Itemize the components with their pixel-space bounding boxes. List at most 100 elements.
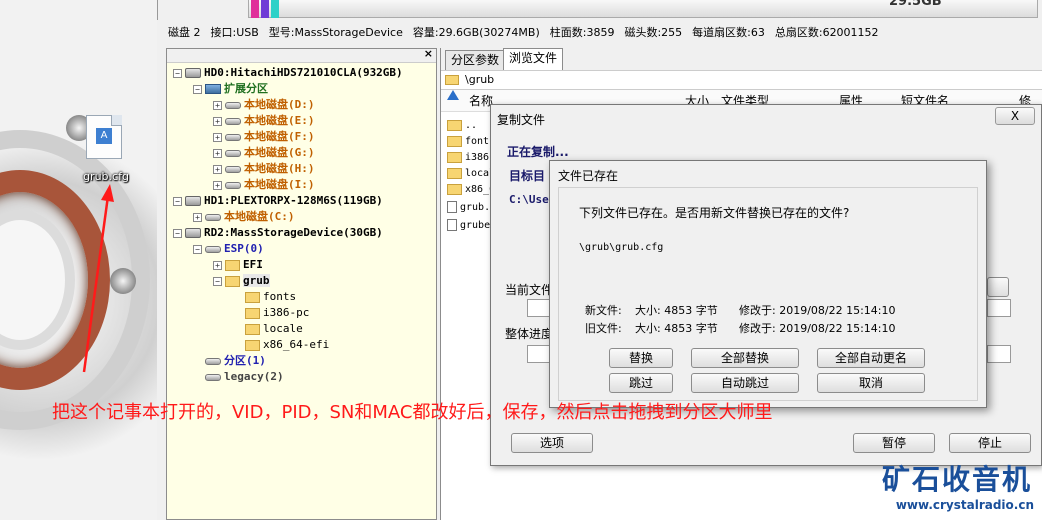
partition-size-label: 29.5GB xyxy=(889,0,942,9)
volume-icon xyxy=(205,213,221,221)
document-icon xyxy=(447,219,457,231)
tree-node-i[interactable]: + 本地磁盘(I:) xyxy=(213,177,315,193)
instruction-annotation: 把这个记事本打开的，VID，PID，SN和MAC都改好后，保存，然后点击拖拽到分… xyxy=(52,402,773,423)
old-file-info: 旧文件: 大小: 4853 字节 修改于: 2019/08/22 15:14:10 xyxy=(585,320,896,336)
folder-icon xyxy=(445,75,459,85)
tab-browse-files[interactable]: 浏览文件 xyxy=(503,48,564,70)
partition-segment xyxy=(261,0,269,18)
pause-button[interactable]: 暂停 xyxy=(853,433,935,453)
collapse-icon[interactable]: − xyxy=(193,244,202,254)
partition-segment xyxy=(271,0,279,18)
hard-disk-icon xyxy=(185,196,201,206)
disk-capacity: 容量:29.6GB(30274MB) xyxy=(412,26,540,39)
collapse-icon[interactable]: − xyxy=(173,196,182,206)
volume-icon xyxy=(225,165,241,173)
rename-all-button[interactable]: 全部自动更名 xyxy=(817,348,925,368)
file-exists-body: 下列文件已存在。是否用新文件替换已存在的文件? \grub\grub.cfg 新… xyxy=(558,187,978,401)
tree-node-i386[interactable]: i386-pc xyxy=(245,305,309,321)
disk-tree-panel: × − HD0:HitachiHDS721010CLA(932GB) − 扩展分区 … xyxy=(166,47,437,520)
list-item[interactable]: grube xyxy=(447,218,490,234)
options-button[interactable]: 选项 xyxy=(511,433,593,453)
disk-total-sectors: 总扇区数:62001152 xyxy=(774,26,879,39)
disk-heads: 磁头数:255 xyxy=(624,26,683,39)
tree-node-g[interactable]: + 本地磁盘(G:) xyxy=(213,145,315,161)
list-item[interactable]: x86_6 xyxy=(447,182,495,198)
site-watermark: 矿石收音机 xyxy=(881,463,1032,496)
tree-node-grub[interactable]: − grub xyxy=(213,273,270,289)
tree-node-f[interactable]: + 本地磁盘(F:) xyxy=(213,129,315,145)
up-folder-icon[interactable] xyxy=(447,90,459,100)
collapse-icon[interactable]: − xyxy=(173,68,182,78)
expand-icon[interactable]: + xyxy=(213,260,222,270)
expand-icon[interactable]: + xyxy=(213,164,222,174)
tree-node-fonts[interactable]: fonts xyxy=(245,289,296,305)
tree-close-button[interactable]: × xyxy=(424,47,433,60)
tree-node-h[interactable]: + 本地磁盘(H:) xyxy=(213,161,315,177)
cancel-button[interactable]: 取消 xyxy=(817,373,925,393)
tree-node-c[interactable]: + 本地磁盘(C:) xyxy=(193,209,295,225)
old-file-size: 大小: 4853 字节 xyxy=(635,322,718,335)
dialog-title: 文件已存在 xyxy=(558,169,619,183)
list-item[interactable]: grub. xyxy=(447,200,490,216)
tree-node-extended[interactable]: − 扩展分区 xyxy=(193,81,268,97)
disk-model: 型号:MassStorageDevice xyxy=(268,26,403,39)
expand-icon[interactable]: + xyxy=(213,132,222,142)
tree-node-e[interactable]: + 本地磁盘(E:) xyxy=(213,113,315,129)
list-item[interactable]: fonts xyxy=(447,134,495,150)
replace-all-button[interactable]: 全部替换 xyxy=(691,348,799,368)
tree-header: × xyxy=(167,47,436,63)
expand-icon[interactable]: + xyxy=(193,212,202,222)
list-item[interactable]: .. xyxy=(447,118,477,134)
copying-status: 正在复制... xyxy=(507,145,569,159)
red-arrow-annotation xyxy=(82,184,114,373)
tree-node-rd2[interactable]: − RD2:MassStorageDevice(30GB) xyxy=(173,225,383,241)
volume-icon xyxy=(205,245,221,253)
expand-icon[interactable]: + xyxy=(213,100,222,110)
list-item[interactable]: i386- xyxy=(447,150,495,166)
tree-node-legacy[interactable]: legacy(2) xyxy=(205,369,284,385)
folder-open-icon xyxy=(225,275,240,287)
volume-icon xyxy=(205,357,221,365)
path-bar: \grub xyxy=(441,70,1042,90)
tree-node-locale[interactable]: locale xyxy=(245,321,303,337)
close-button[interactable]: X xyxy=(995,107,1035,125)
expand-icon[interactable]: + xyxy=(213,116,222,126)
tree-node-part1[interactable]: 分区(1) xyxy=(205,353,266,369)
tree-node-hd0[interactable]: − HD0:HitachiHDS721010CLA(932GB) xyxy=(173,65,403,81)
expand-icon[interactable]: + xyxy=(213,180,222,190)
collapse-icon[interactable]: − xyxy=(213,276,222,286)
arrow-head xyxy=(101,184,114,202)
tab-partition-params[interactable]: 分区参数 xyxy=(445,50,506,70)
list-item[interactable]: local xyxy=(447,166,495,182)
expand-icon[interactable]: + xyxy=(213,148,222,158)
tree-node-esp[interactable]: − ESP(0) xyxy=(193,241,264,257)
tree-node-d[interactable]: + 本地磁盘(D:) xyxy=(213,97,315,113)
replace-button[interactable]: 替换 xyxy=(609,348,673,368)
new-file-modified: 修改于: 2019/08/22 15:14:10 xyxy=(739,304,896,317)
tree-node-x86[interactable]: x86_64-efi xyxy=(245,337,329,353)
current-file-label: 当前文件 xyxy=(505,283,554,297)
new-file-size: 大小: 4853 字节 xyxy=(635,304,718,317)
partition-bar[interactable]: 29.5GB xyxy=(248,0,1038,18)
overall-progress-label: 整体进度 xyxy=(505,327,554,341)
stop-button[interactable]: 停止 xyxy=(949,433,1031,453)
folder-icon xyxy=(447,183,462,195)
folder-icon xyxy=(245,307,260,319)
collapse-icon[interactable]: − xyxy=(173,228,182,238)
old-file-label: 旧文件: xyxy=(585,322,622,335)
tree-node-hd1[interactable]: − HD1:PLEXTORPX-128M6S(119GB) xyxy=(173,193,383,209)
disk-info: 磁盘 2 接口:USB 型号:MassStorageDevice 容量:29.6GB(… xyxy=(168,24,889,40)
partition-segment xyxy=(251,0,259,18)
site-url-watermark: www.crystalradio.cn xyxy=(895,498,1034,512)
volume-icon xyxy=(225,181,241,189)
extended-partition-icon xyxy=(205,84,221,94)
tree-node-efi[interactable]: + EFI xyxy=(213,257,263,273)
auto-skip-button[interactable]: 自动跳过 xyxy=(691,373,799,393)
skip-button[interactable]: 跳过 xyxy=(609,373,673,393)
copy-side-button[interactable] xyxy=(987,277,1009,297)
folder-icon xyxy=(245,339,260,351)
volume-icon xyxy=(225,133,241,141)
collapse-icon[interactable]: − xyxy=(193,84,202,94)
document-icon xyxy=(447,201,457,213)
dialog-title: 复制文件 xyxy=(497,113,546,127)
